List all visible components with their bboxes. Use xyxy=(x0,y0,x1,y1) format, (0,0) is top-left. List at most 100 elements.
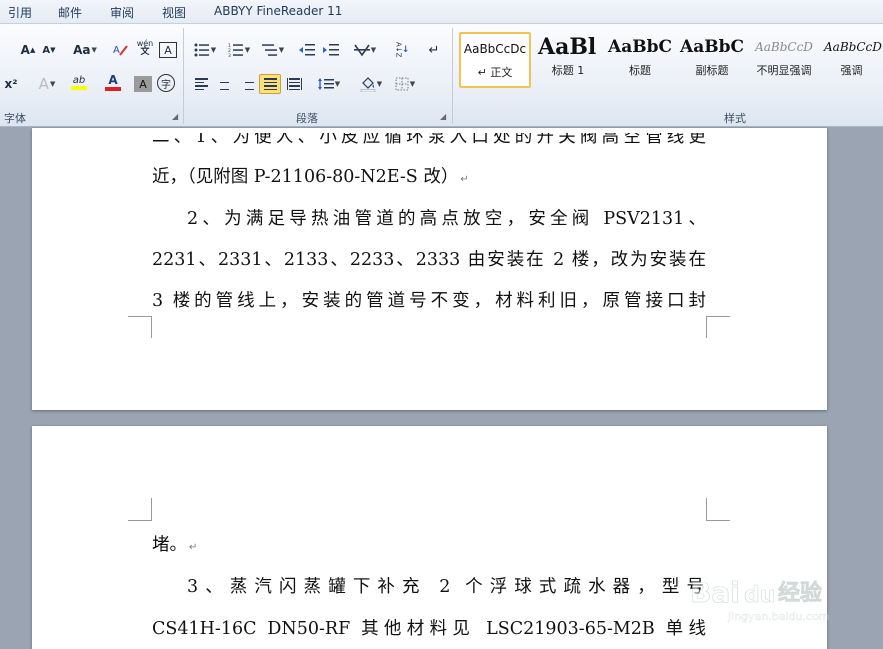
clear-formatting-button[interactable]: A xyxy=(110,40,132,60)
bullets-icon xyxy=(194,43,209,57)
style-normal[interactable]: AaBbCcDc ↵ 正文 xyxy=(459,32,531,88)
watermark-cn: 经验 xyxy=(778,580,822,606)
sort-icon: A↓Z xyxy=(394,42,403,58)
style-heading-1[interactable]: AaBl 标题 1 xyxy=(532,32,604,88)
align-right-button[interactable] xyxy=(236,74,258,94)
align-center-button[interactable] xyxy=(213,74,235,94)
chinese-layout-button[interactable]: ▼ xyxy=(350,40,380,60)
highlight-button[interactable]: ab xyxy=(64,72,94,92)
baidu-paw-logo-icon: Bai du 经验 jingyan.baidu.com xyxy=(690,557,830,623)
text-line-content: 近，（见附图 P-21106-80-N2E-S 改） xyxy=(152,167,459,187)
style-name: 副标题 xyxy=(695,64,729,77)
bullets-button[interactable]: ▼ xyxy=(190,40,220,60)
increase-indent-button[interactable] xyxy=(320,40,342,60)
text-line: 堵。 ↵ xyxy=(152,531,706,556)
text-line-content: 堵。 xyxy=(152,535,187,555)
watermark-du: du xyxy=(744,583,775,608)
borders-button[interactable]: ▼ xyxy=(390,74,420,94)
tab-view[interactable]: 视图 xyxy=(162,4,186,21)
decrease-indent-button[interactable] xyxy=(296,40,318,60)
paragraph-mark-icon: ↵ xyxy=(460,174,469,185)
text-line: 2、为满足导热油管道的高点放空，安全阀 PSV2131、 xyxy=(187,209,706,229)
tab-references[interactable]: 引用 xyxy=(8,4,32,21)
align-left-button[interactable] xyxy=(190,74,212,94)
shading-button[interactable]: ▼ xyxy=(356,74,386,94)
show-paragraph-marks-button[interactable]: ↵ xyxy=(424,40,444,60)
styles-group-label: 样式 xyxy=(724,112,746,125)
line-spacing-button[interactable]: ▼ xyxy=(314,74,344,94)
numbering-button[interactable]: 1 2 3 ▼ xyxy=(224,40,254,60)
justify-button[interactable] xyxy=(259,74,281,94)
line-spacing-icon xyxy=(317,78,334,90)
font-color-button[interactable]: A xyxy=(98,72,128,92)
superscript-icon: x² xyxy=(4,77,18,91)
increase-indent-icon xyxy=(323,44,339,56)
margin-corner-top-right xyxy=(706,498,730,521)
svg-text:3: 3 xyxy=(228,53,231,57)
style-emphasis[interactable]: AaBbCcD 强调 xyxy=(820,32,883,88)
enclose-characters-icon: 字 xyxy=(161,79,171,91)
highlight-icon: ab xyxy=(72,74,86,86)
phonetic-guide-button[interactable]: wén 文 xyxy=(134,38,156,58)
sort-button[interactable]: A↓Z ↓ xyxy=(390,40,414,60)
font-color-bar xyxy=(105,87,121,91)
margin-corner-bottom-right xyxy=(706,316,730,338)
change-case-icon: Aa xyxy=(73,43,91,57)
chinese-layout-icon xyxy=(353,44,370,57)
character-shading-icon: A xyxy=(139,77,147,91)
style-name: 不明显强调 xyxy=(756,64,812,77)
style-subtitle[interactable]: AaBbC 副标题 xyxy=(676,32,748,88)
clear-formatting-icon: A xyxy=(113,45,128,56)
change-case-button[interactable]: Aa ▼ xyxy=(70,40,100,60)
character-border-icon: A xyxy=(164,43,172,57)
align-left-icon xyxy=(194,78,208,90)
style-sample: AaBbCcDc xyxy=(463,42,527,56)
numbering-icon: 123 xyxy=(228,43,243,57)
ribbon-tab-bar: 引用 邮件 审阅 视图 ABBYY FineReader 11 xyxy=(0,0,883,24)
grow-font-button[interactable]: A ▲ xyxy=(18,40,38,60)
tab-mailings[interactable]: 邮件 xyxy=(58,4,82,21)
style-subtle-emphasis[interactable]: AaBbCcD 不明显强调 xyxy=(748,32,820,88)
watermark-url: jingyan.baidu.com xyxy=(727,610,830,623)
style-name: 标题 1 xyxy=(551,64,585,77)
text-line: 2231、2331、2133、2233、2333 由安装在 2 楼，改为安装在 xyxy=(152,250,706,270)
style-title[interactable]: AaBbC 标题 xyxy=(604,32,676,88)
superscript-button[interactable]: x² xyxy=(2,74,20,94)
text-line: CS41H-16C DN50-RF 其他材料见 LSC21903-65-M2B … xyxy=(152,619,706,639)
distributed-button[interactable] xyxy=(283,74,305,94)
document-page-1[interactable]: 二、1、为便人、小皮应循环泵入口处的开关阀高空管线更 近，（见附图 P-2110… xyxy=(32,128,827,410)
enclose-characters-button[interactable]: 字 xyxy=(157,74,175,92)
font-color-icon: A xyxy=(108,73,118,87)
character-shading-button[interactable]: A xyxy=(134,76,152,92)
style-name: 标题 xyxy=(629,64,651,77)
distributed-icon xyxy=(286,78,302,90)
multilevel-list-icon xyxy=(261,44,277,56)
borders-icon xyxy=(395,77,409,91)
watermark-brand: Bai xyxy=(690,576,740,609)
text-line: 近，（见附图 P-21106-80-N2E-S 改） ↵ xyxy=(152,163,706,188)
character-border-button[interactable]: A xyxy=(159,42,177,58)
multilevel-list-button[interactable]: ▼ xyxy=(258,40,288,60)
paragraph-dialog-launcher-icon[interactable]: ◢ xyxy=(440,112,446,121)
decrease-indent-icon xyxy=(299,44,315,56)
text-line: 3 楼的管线上，安装的管道号不变，材料利旧，原管接口封 xyxy=(152,291,706,311)
margin-corner-top-left xyxy=(128,498,152,521)
align-center-icon xyxy=(218,78,231,90)
paint-bucket-icon xyxy=(360,77,376,92)
svg-text:A: A xyxy=(113,45,120,56)
text-effects-button[interactable]: A ▼ xyxy=(34,74,60,94)
tab-review[interactable]: 审阅 xyxy=(110,4,134,21)
style-sample: AaBbCcD xyxy=(755,40,813,54)
text-line: 3、蒸汽闪蒸罐下补充 2 个浮球式疏水器，型号 xyxy=(187,577,706,597)
text-effects-icon: A xyxy=(38,75,49,93)
shrink-font-icon: A xyxy=(42,44,51,56)
baidu-jingyan-watermark: Bai du 经验 jingyan.baidu.com xyxy=(688,550,848,626)
ribbon: A ▲ A ▼ Aa ▼ A wén 文 A x² A ▼ ab A A 字 字体 ◢ ▼… xyxy=(0,24,883,127)
shrink-font-button[interactable]: A ▼ xyxy=(40,40,58,60)
style-sample: AaBbC xyxy=(608,37,672,57)
tab-abbyy-finereader[interactable]: ABBYY FineReader 11 xyxy=(214,4,342,18)
font-group-label: 字体 xyxy=(4,112,26,125)
font-dialog-launcher-icon[interactable]: ◢ xyxy=(172,112,178,121)
style-name: 强调 xyxy=(840,64,863,77)
paragraph-mark-icon: ↵ xyxy=(189,542,198,553)
